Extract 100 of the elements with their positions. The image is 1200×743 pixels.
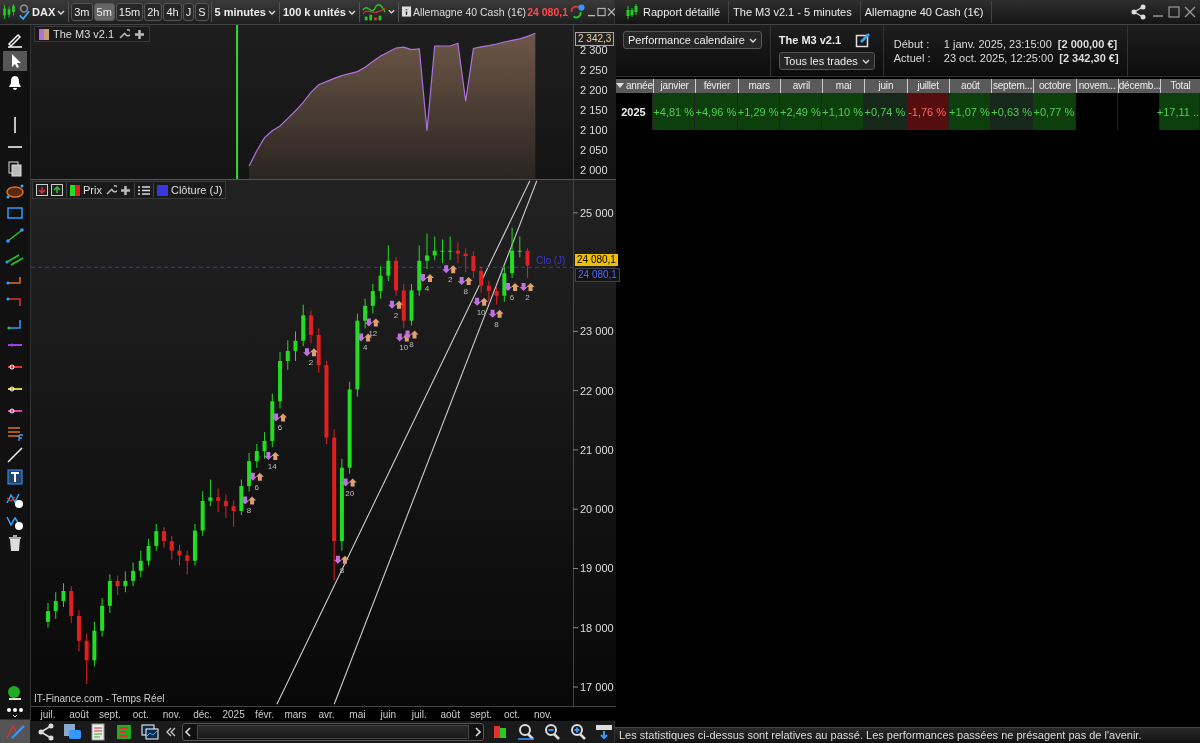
column-header[interactable]: février <box>695 79 738 93</box>
caret-icon <box>861 58 870 64</box>
axis-label: oct. <box>504 709 521 720</box>
zoom-out-icon[interactable] <box>542 721 562 742</box>
candle <box>394 256 399 297</box>
axis-label: 2 100 <box>580 124 608 136</box>
edit-icon[interactable] <box>855 32 872 48</box>
candle <box>123 570 128 593</box>
trade-count-label: 20 <box>345 488 355 498</box>
interval-button[interactable]: 4h <box>163 3 182 21</box>
indicator-icon[interactable] <box>361 2 386 22</box>
axis-label: sept. <box>99 709 121 720</box>
column-header[interactable]: Total <box>1160 79 1200 93</box>
add-icon[interactable] <box>119 184 131 196</box>
interval-button[interactable]: 5m <box>93 3 115 21</box>
symbol-dropdown[interactable]: DAX <box>31 2 67 22</box>
interval-button[interactable]: 3m <box>71 3 93 21</box>
candle <box>61 582 66 608</box>
quantity-dropdown[interactable]: 100 k unités <box>281 2 357 22</box>
report-type-dropdown[interactable]: Performance calendaire <box>623 31 762 49</box>
candle <box>84 633 89 685</box>
candle <box>517 236 522 258</box>
axis-label: 21 000 <box>580 443 614 456</box>
column-header[interactable]: septem... <box>991 79 1034 93</box>
trade-count-label: 12 <box>368 328 378 338</box>
interval-button[interactable]: 15m <box>115 3 144 21</box>
period-label: Actuel : <box>893 51 932 64</box>
column-header[interactable]: novem... <box>1075 79 1118 93</box>
trade-filter-dropdown[interactable]: Tous les trades <box>778 52 875 70</box>
interval-button[interactable]: 2h <box>144 3 163 21</box>
wrench-icon[interactable] <box>118 28 131 40</box>
strategy-name: The M3 v2.1 <box>778 34 842 46</box>
collapse-icon[interactable] <box>36 184 48 196</box>
report-header-item: Rapport détaillé <box>639 1 730 23</box>
candle <box>417 244 422 297</box>
period-label: Début : <box>893 37 931 50</box>
interval-button[interactable]: S <box>195 3 209 21</box>
axis-label: 19 000 <box>580 562 614 575</box>
axis-label: 20 000 <box>580 503 614 516</box>
performance-cell: +0,63 % <box>991 93 1034 130</box>
share-icon[interactable] <box>1130 3 1148 21</box>
candle <box>115 575 120 596</box>
axis-label: 2 250 <box>580 64 608 76</box>
chat-icon[interactable] <box>62 721 82 742</box>
add-icon[interactable] <box>134 28 146 40</box>
trade-arrows-icon <box>341 478 357 487</box>
column-header[interactable]: juillet <box>906 79 949 93</box>
trade-count-label: 4 <box>424 284 430 294</box>
period-dropdown[interactable]: 5 minutes <box>213 2 277 22</box>
capital-value: [2 342,30 €] <box>1059 51 1119 64</box>
strategy-color-icon <box>39 28 49 40</box>
maximize-icon[interactable] <box>1168 3 1180 21</box>
axis-label: oct. <box>132 709 149 720</box>
column-header[interactable]: octobre <box>1033 79 1076 93</box>
column-header[interactable]: décemb... <box>1117 79 1160 93</box>
axis-label: 2 000 <box>580 164 608 176</box>
indicator-legend[interactable]: The M3 v2.1 <box>34 26 151 42</box>
column-header[interactable]: août <box>948 79 991 93</box>
column-header[interactable]: mai <box>822 79 865 93</box>
trade-count-label: 10 <box>399 343 409 353</box>
list-icon[interactable] <box>137 184 150 196</box>
trade-arrows-icon <box>364 318 380 327</box>
zoom-fit-icon[interactable] <box>516 721 536 742</box>
capital-value: [2 000,00 €] <box>1057 37 1118 50</box>
candlestick-icon <box>625 3 639 21</box>
sync-check-icon[interactable] <box>18 2 30 22</box>
trade-count-label: 2 <box>308 358 314 368</box>
candle <box>76 609 81 652</box>
trade-arrows-icon <box>388 300 404 309</box>
axis-label: 17 000 <box>580 681 614 694</box>
close-line-color-icon <box>156 184 168 196</box>
report-icon[interactable] <box>88 721 108 742</box>
column-header[interactable]: mars <box>737 79 780 93</box>
scrollbar[interactable] <box>182 722 484 741</box>
windows-icon[interactable] <box>140 721 160 742</box>
wrench-icon[interactable] <box>104 184 117 196</box>
performance-cell: +1,10 % <box>822 93 865 130</box>
candle <box>471 250 476 279</box>
column-header[interactable]: janvier <box>653 79 696 93</box>
candle <box>69 585 74 624</box>
share-icon[interactable] <box>36 721 56 742</box>
trendline-icon[interactable] <box>3 225 27 245</box>
cursor-icon[interactable] <box>3 51 27 71</box>
candle <box>53 591 58 620</box>
trade-count-label: 2 <box>393 310 399 320</box>
performance-cell: +4,96 % <box>695 93 738 130</box>
zoom-in-icon[interactable] <box>568 721 588 742</box>
trade-count-label: 6 <box>254 482 260 492</box>
candle <box>510 227 515 279</box>
data-source-label: IT-Finance.com - Temps Réel <box>34 693 165 704</box>
axis-label: 23 000 <box>580 325 614 338</box>
column-header[interactable]: avril <box>779 79 822 93</box>
interval-button[interactable]: J <box>182 3 195 21</box>
candle <box>525 247 530 279</box>
column-header[interactable]: année <box>615 79 653 93</box>
candle <box>92 621 97 667</box>
axis-label: juin <box>380 709 397 720</box>
candlestick-icon[interactable] <box>1 2 17 22</box>
expand-icon[interactable] <box>51 184 63 196</box>
column-header[interactable]: juin <box>864 79 907 93</box>
